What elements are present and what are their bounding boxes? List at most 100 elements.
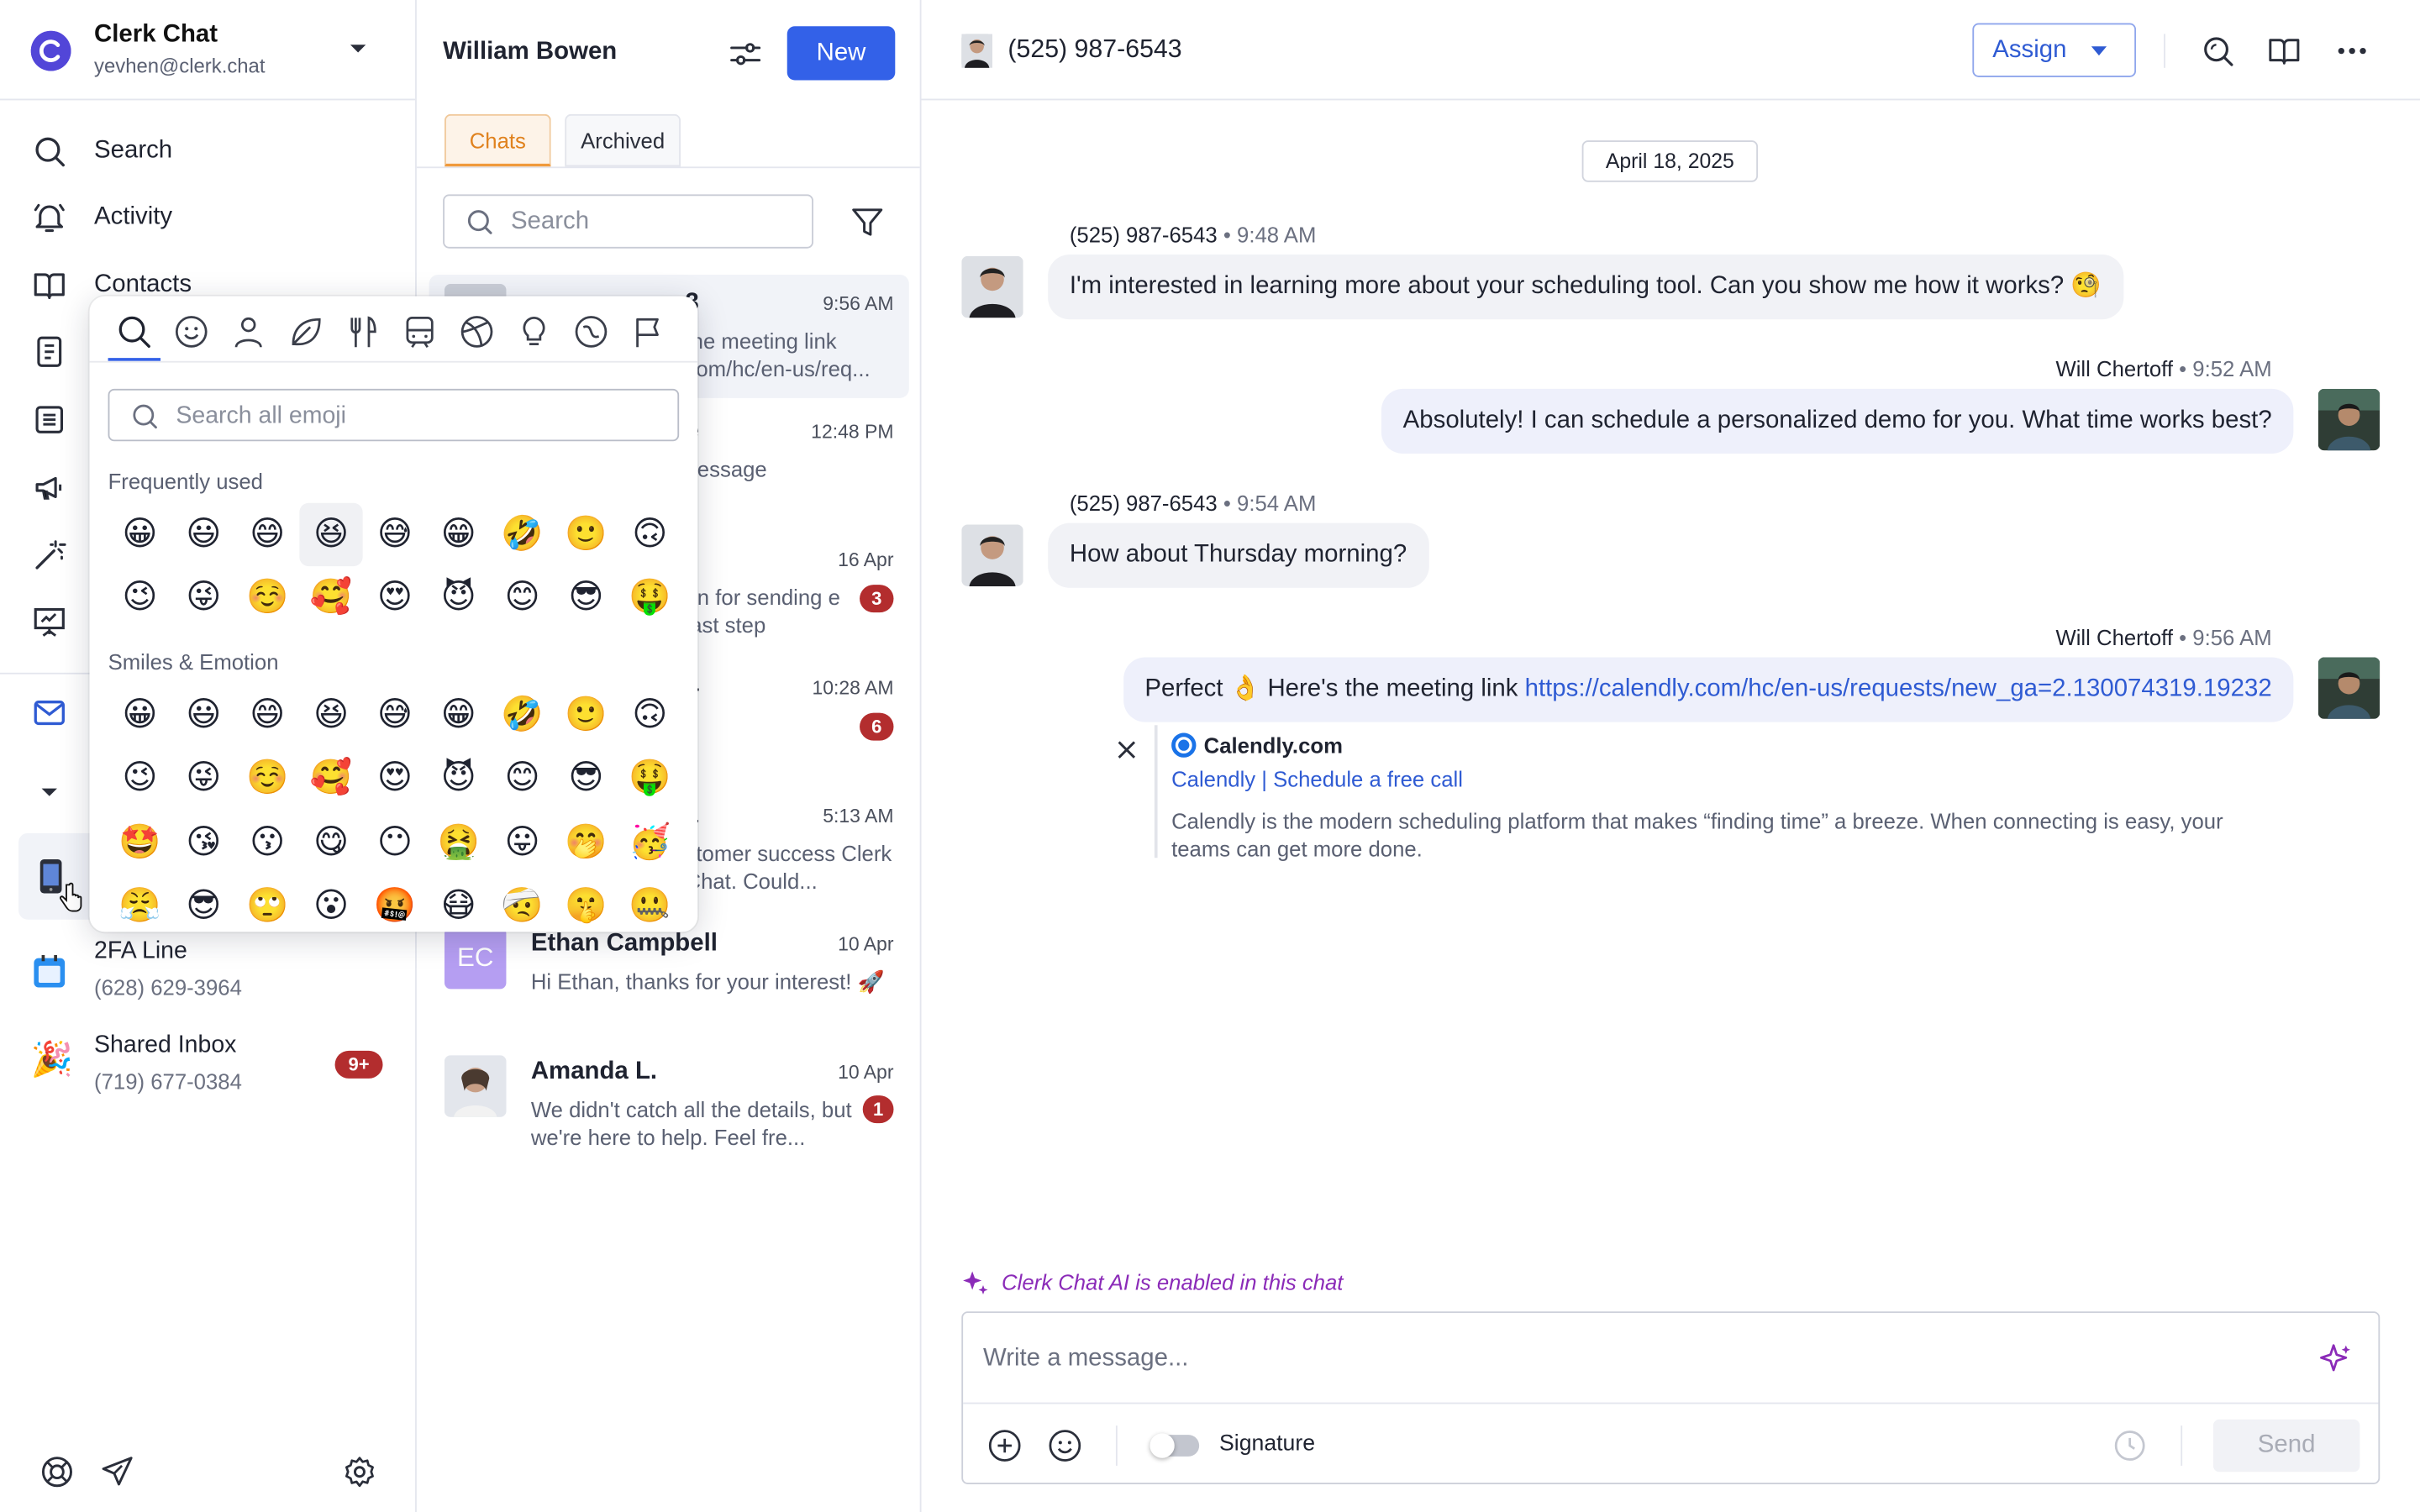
emoji-option[interactable]: 😤 xyxy=(108,874,172,932)
nav-activity[interactable]: Activity xyxy=(31,196,172,239)
emoji-option[interactable]: 🤑 xyxy=(618,748,681,811)
search-conversation-icon[interactable] xyxy=(2201,34,2234,67)
filter-icon[interactable] xyxy=(850,205,884,239)
megaphone-icon[interactable] xyxy=(31,469,68,506)
emoji-option[interactable]: 😉 xyxy=(108,748,172,811)
emoji-option[interactable]: 😆 xyxy=(299,502,363,567)
emoji-icon[interactable] xyxy=(1048,1429,1081,1462)
emoji-option[interactable]: 🤐 xyxy=(618,874,681,932)
emoji-option[interactable]: 😀 xyxy=(108,503,172,567)
emoji-option[interactable]: 🤮 xyxy=(427,811,491,874)
emoji-option[interactable]: 😃 xyxy=(171,684,235,748)
mail-icon[interactable] xyxy=(31,695,68,732)
emoji-option[interactable]: 😊 xyxy=(491,567,555,631)
send-feedback-icon[interactable] xyxy=(100,1455,134,1488)
emoji-option[interactable]: 😛 xyxy=(491,811,555,874)
emoji-option[interactable]: 😈 xyxy=(427,567,491,631)
workspace-name[interactable]: Clerk Chat xyxy=(94,22,218,50)
tab-archived[interactable]: Archived xyxy=(565,113,681,167)
more-options-icon[interactable] xyxy=(2337,34,2368,67)
tab-chats[interactable]: Chats xyxy=(444,113,551,167)
smiley-icon[interactable] xyxy=(168,308,214,354)
search-icon[interactable] xyxy=(111,308,157,354)
emoji-option[interactable]: 😶 xyxy=(363,811,427,874)
preview-title[interactable]: Calendly | Schedule a free call xyxy=(1171,767,1463,791)
presentation-icon[interactable] xyxy=(31,603,68,640)
emoji-option[interactable]: 🤣 xyxy=(491,503,555,567)
emoji-option[interactable]: ☺️ xyxy=(235,567,299,631)
new-chat-button[interactable]: New xyxy=(786,26,896,81)
document-icon[interactable] xyxy=(31,333,68,370)
emoji-option[interactable]: 😮 xyxy=(299,874,363,932)
emoji-option[interactable]: 🥳 xyxy=(618,811,681,874)
emoji-option[interactable]: 😜 xyxy=(171,748,235,811)
help-icon[interactable] xyxy=(40,1455,74,1488)
emoji-option[interactable]: 😆 xyxy=(299,684,363,748)
emoji-option[interactable]: 😀 xyxy=(108,684,172,748)
emoji-option[interactable]: 😄 xyxy=(235,503,299,567)
close-preview-icon[interactable] xyxy=(1118,741,1136,759)
symbols-icon[interactable] xyxy=(568,308,614,354)
emoji-option[interactable]: 🙄 xyxy=(235,874,299,932)
meeting-link[interactable]: https://calendly.com/hc/en-us/requests/n… xyxy=(1525,675,2272,701)
message-input[interactable]: Write a message... xyxy=(963,1313,2379,1404)
emoji-option[interactable]: 🤫 xyxy=(555,874,618,932)
emoji-option[interactable]: 😋 xyxy=(299,811,363,874)
emoji-option[interactable]: 🙂 xyxy=(555,684,618,748)
emoji-option[interactable]: 🙂 xyxy=(555,503,618,567)
chat-item[interactable]: Amanda L. 10 Apr We didn't catch all the… xyxy=(429,1043,909,1167)
emoji-option[interactable]: 🙃 xyxy=(618,684,681,748)
emoji-option[interactable]: 😊 xyxy=(491,748,555,811)
emoji-option[interactable]: ☺️ xyxy=(235,748,299,811)
emoji-option[interactable]: 🤣 xyxy=(491,684,555,748)
book-icon[interactable] xyxy=(2267,34,2301,67)
list-icon[interactable] xyxy=(31,402,68,438)
emoji-option[interactable]: 😅 xyxy=(363,684,427,748)
collapse-inboxes-icon[interactable] xyxy=(40,787,59,800)
person-icon[interactable] xyxy=(225,308,271,354)
emoji-option[interactable]: 🤑 xyxy=(618,567,681,631)
emoji-option[interactable]: 🤭 xyxy=(555,811,618,874)
lightbulb-icon[interactable] xyxy=(511,308,557,354)
emoji-option[interactable]: 😍 xyxy=(363,567,427,631)
emoji-option[interactable]: 😎 xyxy=(171,874,235,932)
emoji-option[interactable]: 🤕 xyxy=(491,874,555,932)
emoji-option[interactable]: 😘 xyxy=(171,811,235,874)
emoji-option[interactable]: 🥰 xyxy=(299,567,363,631)
schedule-clock-icon[interactable] xyxy=(2112,1429,2146,1462)
transport-icon[interactable] xyxy=(397,308,443,354)
emoji-option[interactable]: 😗 xyxy=(235,811,299,874)
emoji-option[interactable]: 😎 xyxy=(555,567,618,631)
utensils-icon[interactable] xyxy=(339,308,386,354)
emoji-option[interactable]: 😄 xyxy=(235,684,299,748)
emoji-option[interactable]: 😜 xyxy=(171,567,235,631)
emoji-option[interactable]: 😃 xyxy=(171,503,235,567)
flag-icon[interactable] xyxy=(625,308,671,354)
emoji-option[interactable]: 🤬 xyxy=(363,874,427,932)
emoji-option[interactable]: 🤩 xyxy=(108,811,172,874)
leaf-icon[interactable] xyxy=(282,308,329,354)
emoji-option[interactable]: 😈 xyxy=(427,748,491,811)
emoji-option[interactable]: 🙃 xyxy=(618,503,681,567)
signature-toggle[interactable] xyxy=(1150,1433,1200,1458)
add-attachment-icon[interactable] xyxy=(988,1429,1022,1462)
emoji-search-input[interactable]: Search all emoji xyxy=(108,388,680,442)
emoji-option[interactable]: 😎 xyxy=(555,748,618,811)
chat-search-input[interactable]: Search xyxy=(443,194,813,249)
send-button[interactable]: Send xyxy=(2212,1419,2360,1473)
emoji-option[interactable]: 😍 xyxy=(363,748,427,811)
nav-search[interactable]: Search xyxy=(31,129,172,172)
settings-gear-icon[interactable] xyxy=(343,1455,376,1488)
emoji-option[interactable]: 🥰 xyxy=(299,748,363,811)
chat-item[interactable]: EC Ethan Campbell 10 Apr Hi Ethan, thank… xyxy=(429,915,909,1038)
sliders-icon[interactable] xyxy=(729,37,762,71)
workspace-dropdown-icon[interactable] xyxy=(349,43,367,55)
emoji-option[interactable]: 😁 xyxy=(427,684,491,748)
emoji-option[interactable]: 😷 xyxy=(427,874,491,932)
magic-wand-icon[interactable] xyxy=(31,537,68,574)
assign-dropdown[interactable]: Assign xyxy=(1972,23,2137,77)
ball-icon[interactable] xyxy=(454,308,500,354)
emoji-option[interactable]: 😁 xyxy=(427,503,491,567)
emoji-option[interactable]: 😅 xyxy=(363,503,427,567)
ai-sparkle-icon[interactable] xyxy=(2320,1342,2354,1376)
